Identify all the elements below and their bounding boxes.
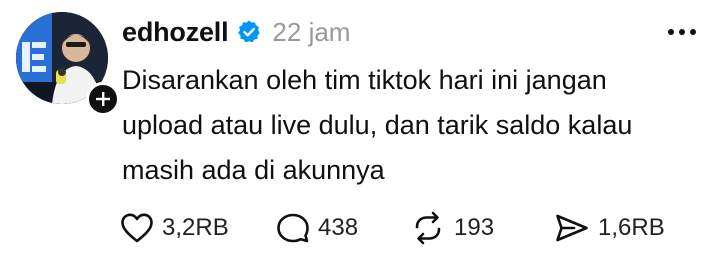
avatar-container[interactable] xyxy=(16,12,120,116)
verified-badge-icon xyxy=(236,19,262,45)
more-horizontal-icon xyxy=(668,29,696,35)
like-button[interactable]: 3,2RB xyxy=(120,208,229,248)
post-body-line: masih ada di akunnya xyxy=(122,155,385,185)
send-icon xyxy=(556,214,588,242)
thread-post: edhozell 22 jam Disarankan oleh tim tikt… xyxy=(0,0,720,280)
plus-icon xyxy=(96,92,110,106)
reply-button[interactable]: 438 xyxy=(276,208,358,248)
username-link[interactable]: edhozell xyxy=(122,17,229,48)
comment-icon xyxy=(277,213,309,243)
repost-icon xyxy=(415,211,441,245)
like-count: 3,2RB xyxy=(162,214,229,241)
follow-button[interactable] xyxy=(86,82,120,116)
post-timestamp[interactable]: 22 jam xyxy=(272,17,350,48)
post-header: edhozell 22 jam xyxy=(122,12,350,52)
post-body-line: Disarankan oleh tim tiktok hari ini jang… xyxy=(122,65,607,95)
more-options-button[interactable] xyxy=(664,18,700,46)
repost-count: 193 xyxy=(454,214,495,241)
reply-count: 438 xyxy=(318,214,359,241)
post-body-line: upload atau live dulu, dan tarik saldo k… xyxy=(122,110,633,140)
share-count: 1,6RB xyxy=(598,214,665,241)
share-button[interactable]: 1,6RB xyxy=(554,208,665,248)
heart-icon xyxy=(121,213,153,243)
action-bar: 3,2RB 438 193 1,6RB xyxy=(118,208,708,248)
repost-button[interactable]: 193 xyxy=(410,208,494,248)
post-body: Disarankan oleh tim tiktok hari ini jang… xyxy=(122,58,702,193)
